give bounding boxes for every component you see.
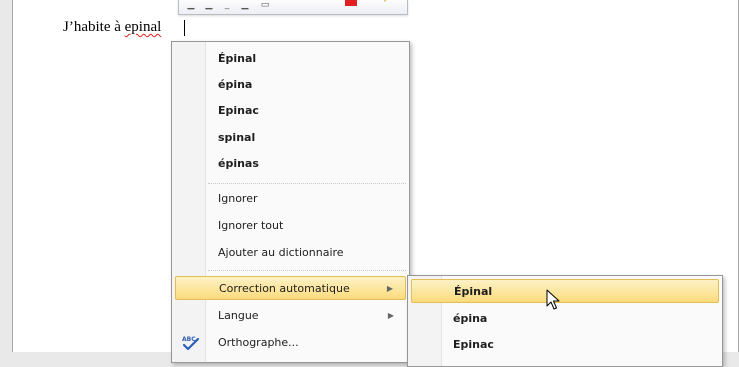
suggestion-label: spinal [218,131,256,144]
add-to-dictionary-item[interactable]: Ajouter au dictionnaire [175,241,406,265]
language-item[interactable]: Langue ▶ [175,304,406,328]
language-label: Langue [218,309,259,322]
autocorrect-option-label: Épinal [454,285,493,298]
autocorrect-label: Correction automatique [219,282,350,295]
autocorrect-submenu: Épinal épina Epinac [407,275,723,367]
add-to-dictionary-label: Ajouter au dictionnaire [218,246,344,259]
ignore-label: Ignorer [218,192,258,205]
menu-separator [208,270,406,271]
suggestion-item[interactable]: épina [175,73,406,97]
spellcheck-icon: ABC [182,336,200,351]
spelling-context-menu: Épinal épina Epinac spinal épinas Ignore… [171,41,410,363]
suggestion-label: épina [218,78,253,91]
font-color-icon[interactable] [345,0,357,6]
autocorrect-option-label: Epinac [453,338,494,351]
format-painter-icon[interactable]: ˇ [379,1,391,10]
text-caret [184,20,185,36]
mouse-pointer-icon [546,289,560,310]
ignore-item[interactable]: Ignorer [175,187,406,211]
misspelled-word-text: epinal [124,19,162,35]
spelling-label: Orthographe... [218,336,299,349]
indent-icon[interactable]: ▭ [259,1,271,10]
submenu-arrow-icon: ▶ [387,311,394,320]
spelling-item[interactable]: ABC Orthographe... [175,331,406,355]
suggestion-item[interactable]: spinal [175,126,406,150]
italic-icon[interactable]: ▁ [203,1,215,10]
bold-icon[interactable]: ▁ [185,1,197,10]
autocorrect-item[interactable]: Correction automatique ▶ [175,276,406,300]
suggestion-item[interactable]: Epinac [175,99,406,123]
misspelled-word[interactable]: epinal [125,19,162,35]
autocorrect-option[interactable]: épina [411,307,719,331]
menu-separator [208,183,406,184]
underline-icon[interactable]: _ [221,1,233,10]
document-text-before: J’habite à [63,19,125,35]
mini-toolbar[interactable]: ▁ ▁ _ ▁ ▭ ˇ [178,0,408,15]
suggestion-label: Epinac [218,104,259,117]
autocorrect-option-label: épina [453,312,488,325]
submenu-arrow-icon: ▶ [386,284,393,293]
autocorrect-option[interactable]: Epinac [411,333,719,357]
document-text[interactable]: J’habite à epinal [63,19,161,36]
suggestion-label: épinas [218,157,259,170]
ignore-all-item[interactable]: Ignorer tout [175,214,406,238]
suggestion-item[interactable]: épinas [175,152,406,176]
ignore-all-label: Ignorer tout [218,219,284,232]
suggestion-label: Épinal [218,52,257,65]
align-icon[interactable]: ▁ [239,1,251,10]
suggestion-item[interactable]: Épinal [175,47,406,71]
autocorrect-option[interactable]: Épinal [411,279,719,303]
